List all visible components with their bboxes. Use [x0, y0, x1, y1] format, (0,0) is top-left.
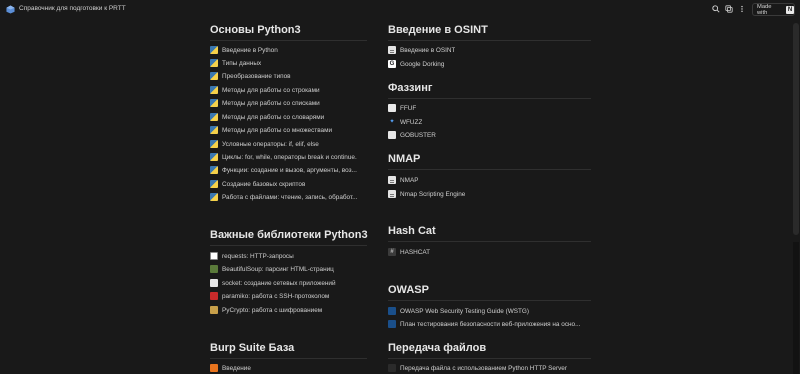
terminal-icon: [388, 364, 396, 372]
list-item[interactable]: Методы для работы со списками: [210, 98, 320, 108]
document-icon: [388, 190, 396, 198]
python-icon: [210, 193, 218, 201]
document-icon: [388, 46, 396, 54]
search-icon[interactable]: [711, 4, 721, 14]
burp-icon: [210, 364, 218, 372]
notion-logo-icon: N: [786, 5, 794, 14]
list-item[interactable]: Введение: [210, 363, 251, 373]
section-heading-libs: Важные библиотеки Python3: [210, 229, 368, 241]
requests-icon: [210, 252, 218, 260]
list-item[interactable]: Методы для работы со множествами: [210, 125, 332, 135]
python-icon: [210, 140, 218, 148]
python-icon: [210, 113, 218, 121]
list-item[interactable]: PyCrypto: работа с шифрованием: [210, 305, 322, 315]
list-item[interactable]: BeautifulSoup: парсинг HTML-страниц: [210, 264, 334, 274]
python-icon: [210, 126, 218, 134]
list-item[interactable]: Условные операторы: if, elif, else: [210, 139, 319, 149]
divider: [210, 245, 367, 246]
divider: [388, 40, 591, 41]
list-item[interactable]: requests: HTTP-запросы: [210, 251, 294, 261]
list-item[interactable]: GOBUSTER: [388, 130, 436, 140]
list-item[interactable]: Циклы: for, while, операторы break и con…: [210, 152, 357, 162]
section-heading-hashcat: Hash Cat: [388, 225, 436, 237]
list-item[interactable]: NMAP: [388, 175, 418, 185]
python-icon: [210, 99, 218, 107]
duplicate-icon[interactable]: [724, 4, 734, 14]
list-item[interactable]: Введение в OSINT: [388, 45, 455, 55]
list-item[interactable]: socket: создание сетевых приложений: [210, 278, 336, 288]
document-icon: [388, 176, 396, 184]
section-heading-python: Основы Python3: [210, 24, 301, 36]
list-item[interactable]: FFUF: [388, 103, 416, 113]
list-item[interactable]: # HASHCAT: [388, 247, 430, 257]
owasp-icon: [388, 307, 396, 315]
python-icon: [210, 86, 218, 94]
google-icon: G: [388, 60, 396, 68]
divider: [388, 358, 591, 359]
list-item[interactable]: Введение в Python: [210, 45, 278, 55]
gobuster-icon: [388, 131, 396, 139]
hashcat-icon: #: [388, 248, 396, 256]
list-item[interactable]: Передача файла с использованием Python H…: [388, 363, 567, 373]
list-item[interactable]: Типы данных: [210, 58, 261, 68]
list-item[interactable]: paramiko: работа с SSH-протоколом: [210, 291, 329, 301]
page-cube-icon: [6, 5, 15, 14]
divider: [388, 241, 591, 242]
socket-icon: [210, 279, 218, 287]
made-with-label: Made with: [757, 3, 772, 16]
divider: [210, 358, 367, 359]
owasp-icon: [388, 320, 396, 328]
top-bar: Справочник для подготовки к PRTT Made wi…: [0, 0, 800, 19]
list-item[interactable]: Работа с файлами: чтение, запись, обрабо…: [210, 192, 358, 202]
divider: [388, 98, 591, 99]
python-icon: [210, 153, 218, 161]
section-heading-fuzzing: Фаззинг: [388, 82, 433, 94]
list-item[interactable]: ✦ WFUZZ: [388, 117, 422, 127]
list-item[interactable]: G Google Dorking: [388, 59, 444, 69]
python-icon: [210, 59, 218, 67]
python-icon: [210, 166, 218, 174]
python-icon: [210, 72, 218, 80]
made-with-notion-badge[interactable]: Made with N: [752, 3, 795, 16]
list-item[interactable]: Nmap Scripting Engine: [388, 189, 465, 199]
scrollbar[interactable]: [793, 20, 799, 374]
section-heading-transfer: Передача файлов: [388, 342, 487, 354]
scrollbar-track: [793, 242, 799, 374]
more-icon[interactable]: [737, 4, 747, 14]
section-heading-owasp: OWASP: [388, 284, 429, 296]
scrollbar-thumb[interactable]: [793, 23, 799, 235]
ssh-icon: [210, 292, 218, 300]
divider: [388, 169, 591, 170]
list-item[interactable]: Функции: создание и вызов, аргументы, во…: [210, 165, 357, 175]
list-item[interactable]: Создание базовых скриптов: [210, 179, 305, 189]
divider: [210, 40, 367, 41]
divider: [388, 300, 591, 301]
beautifulsoup-icon: [210, 265, 218, 273]
key-icon: [210, 306, 218, 314]
section-heading-burp: Burp Suite База: [210, 342, 295, 354]
list-item[interactable]: План тестирования безопасности веб-прило…: [388, 319, 580, 329]
sparkle-icon: ✦: [389, 119, 395, 125]
ffuf-icon: [388, 104, 396, 112]
python-icon: [210, 180, 218, 188]
python-icon: [210, 46, 218, 54]
section-heading-osint: Введение в OSINT: [388, 24, 488, 36]
page-title[interactable]: Справочник для подготовки к PRTT: [19, 5, 126, 12]
list-item[interactable]: Методы для работы со словарями: [210, 112, 324, 122]
list-item[interactable]: OWASP Web Security Testing Guide (WSTG): [388, 306, 529, 316]
section-heading-nmap: NMAP: [388, 153, 421, 165]
list-item[interactable]: Преобразование типов: [210, 71, 291, 81]
list-item[interactable]: Методы для работы со строками: [210, 85, 320, 95]
